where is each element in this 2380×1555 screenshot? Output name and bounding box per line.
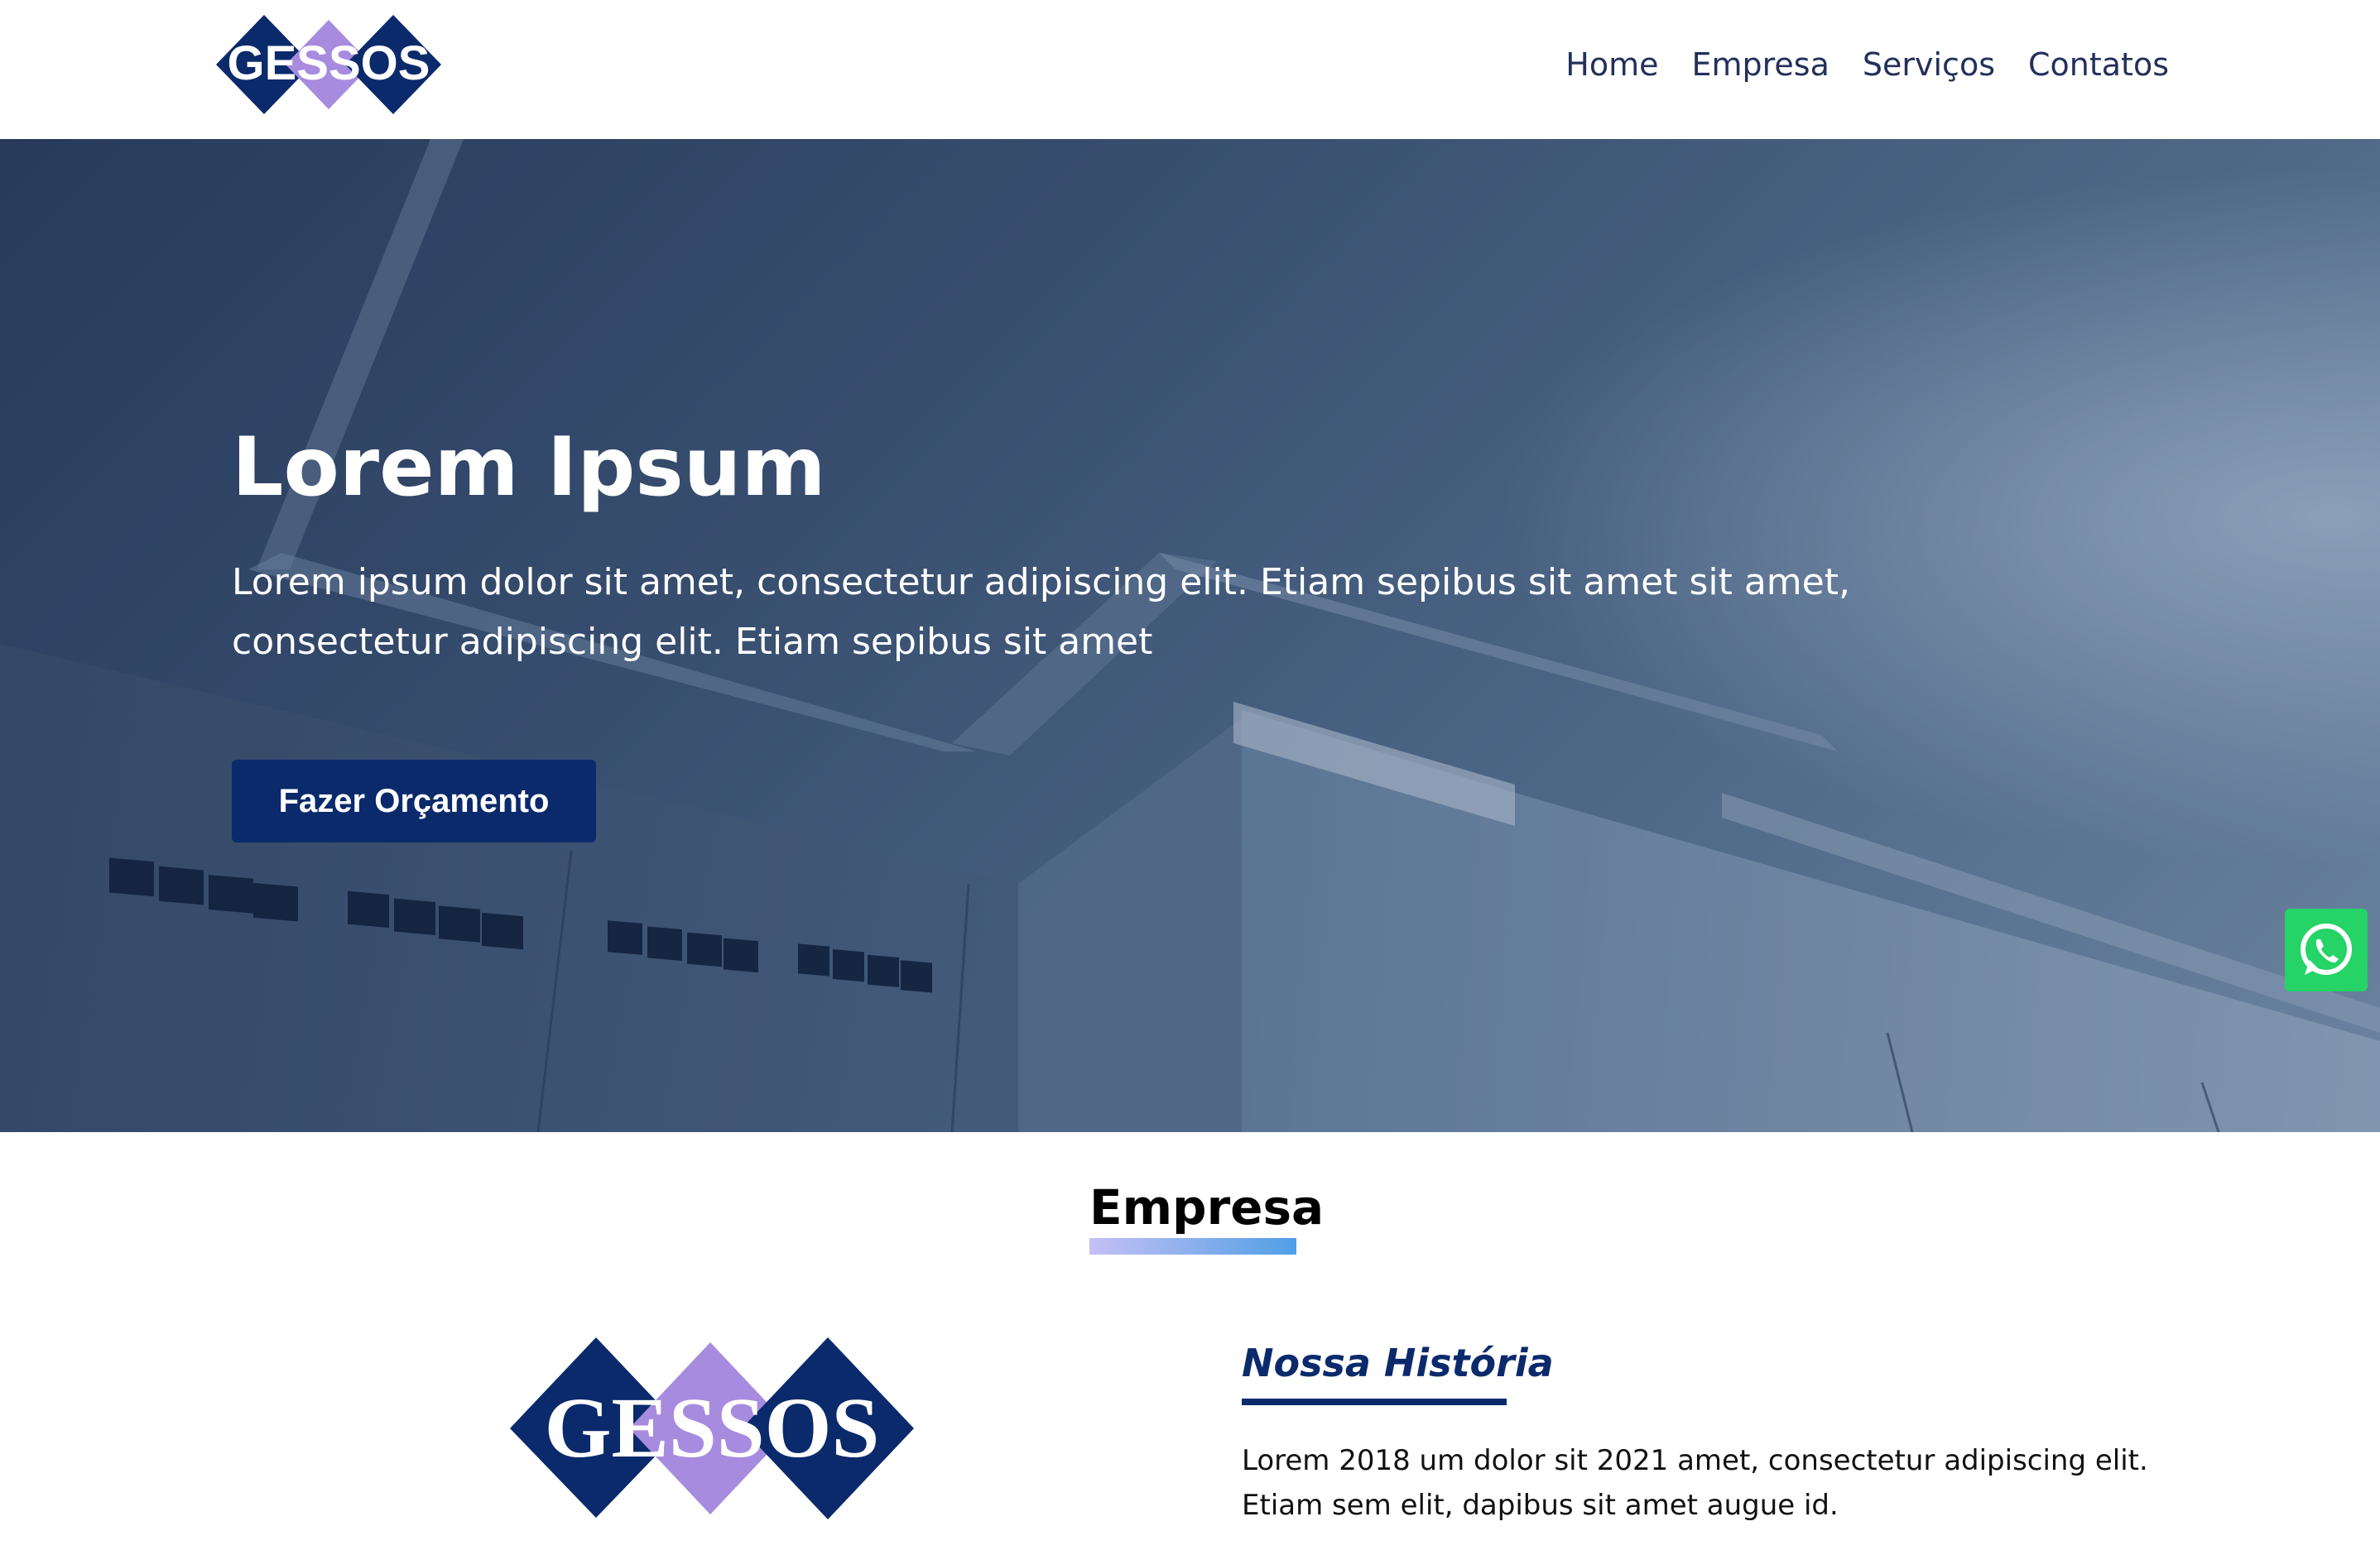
- nav-servicos[interactable]: Serviços: [1863, 46, 1995, 83]
- section-title-underline: [1089, 1238, 1296, 1255]
- gessos-logo[interactable]: GESSOS: [213, 13, 445, 116]
- nossa-historia-text: Lorem 2018 um dolor sit 2021 amet, conse…: [1242, 1444, 2148, 1522]
- nav-contatos[interactable]: Contatos: [2028, 46, 2169, 83]
- whatsapp-button[interactable]: [2285, 909, 2368, 991]
- nav-empresa[interactable]: Empresa: [1691, 46, 1829, 83]
- hero-description: Lorem ipsum dolor sit amet, consectetur …: [232, 561, 1850, 663]
- nav-home[interactable]: Home: [1565, 46, 1658, 83]
- hero-section: Lorem Ipsum Lorem ipsum dolor sit amet, …: [0, 139, 2380, 1132]
- fazer-orcamento-button[interactable]: Fazer Orçamento: [232, 760, 596, 842]
- nossa-historia-underline: [1242, 1399, 1507, 1405]
- site-header: GESSOS Home Empresa Serviços Contatos: [0, 0, 2380, 139]
- logo-large-text: GESSOS: [545, 1380, 880, 1476]
- main-nav: Home Empresa Serviços Contatos: [1565, 46, 2169, 83]
- nossa-historia-title: Nossa História: [1242, 1341, 1554, 1385]
- section-title-empresa: Empresa: [1089, 1179, 1325, 1236]
- logo-text: GESSOS: [228, 36, 430, 90]
- gessos-logo-large: GESSOS: [510, 1337, 914, 1519]
- hero-title: Lorem Ipsum: [232, 420, 826, 515]
- whatsapp-icon: [2301, 924, 2352, 975]
